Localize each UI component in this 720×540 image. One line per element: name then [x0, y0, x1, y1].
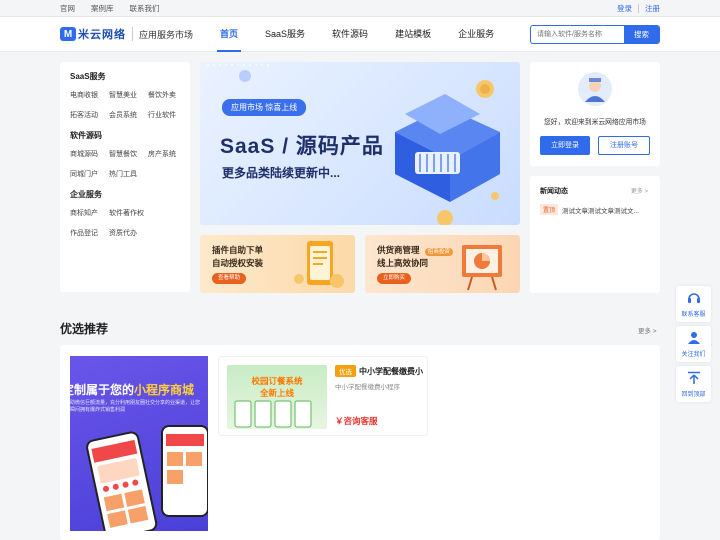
banner-tag: 应用市场 惊喜上线 [222, 99, 307, 116]
logo-icon: M [60, 27, 76, 41]
category-item[interactable]: 智慧餐饮 [109, 149, 148, 159]
category-item[interactable]: 智慧美业 [109, 90, 148, 100]
nav-enterprise[interactable]: 企业服务 [458, 17, 494, 52]
welcome-text: 您好，欢迎来到米云网络应用市场 [544, 119, 646, 126]
float-label: 联系客服 [681, 312, 706, 318]
search-button[interactable]: 搜索 [624, 26, 659, 43]
promo-badge: 招商投资 [424, 248, 453, 256]
category-item[interactable]: 餐饮外卖 [148, 90, 187, 100]
promo-line1: 插件自助下单 [212, 245, 264, 255]
topbar-link-cases[interactable]: 案例库 [91, 3, 114, 14]
category-item[interactable]: 房产系统 [148, 149, 187, 159]
news-card: 新闻动态 更多 > 置顶 测试文章测试文章测试文... [530, 176, 660, 293]
recommend-hero-image[interactable]: 定制属于您的小程序商城 助微信巨额流量，充分利用朋友圈社交分享的业渠道，让您瞬间… [70, 356, 208, 531]
nav-source[interactable]: 软件源码 [332, 17, 368, 52]
section-title: 优选推荐 [60, 322, 109, 336]
category-title-enterprise: 企业服务 [70, 190, 102, 199]
category-sidebar: SaaS服务 电商收银 智慧美业 餐饮外卖 拓客活动 会员系统 行业软件 软件源… [60, 62, 190, 292]
news-pin-badge: 置顶 [540, 204, 559, 215]
promo-supplier[interactable]: 供货商管理 招商投资 线上高效协同 立即购买 [365, 235, 520, 293]
promo-buy-button[interactable]: 立即购买 [377, 273, 412, 284]
login-card: 您好，欢迎来到米云网络应用市场 立即登录 注册账号 [530, 62, 660, 166]
topbar-link-contact[interactable]: 联系我们 [130, 3, 160, 14]
category-item[interactable]: 拓客活动 [70, 110, 109, 120]
news-more-link[interactable]: 更多 > [631, 186, 648, 195]
arrow-up-icon [687, 371, 700, 384]
login-link[interactable]: 登录 [617, 3, 632, 14]
category-item[interactable]: 资质代办 [109, 228, 161, 238]
promo-plugin[interactable]: 插件自助下单 自动授权安装 查看帮助 [200, 235, 355, 293]
product-price: ￥咨询客服 [335, 416, 378, 426]
avatar [578, 72, 612, 106]
category-item[interactable]: 行业软件 [148, 110, 187, 120]
product-name: 中小学配餐缴费小 [359, 367, 423, 376]
banner-subline: 更多品类陆续更新中... [222, 166, 341, 180]
logo-subtitle: 应用服务市场 [139, 29, 194, 40]
topbar-link-official[interactable]: 官网 [60, 3, 75, 14]
thumb-line2: 全新上线 [259, 388, 294, 398]
product-subtitle: 中小学配餐缴费小程序 [335, 384, 400, 391]
thumb-phones-icon [234, 400, 312, 428]
product-badge: 优选 [335, 365, 356, 377]
logo-text: 米云网络 [78, 29, 126, 41]
hero-banner[interactable]: 应用市场 惊喜上线 SaaS / 源码产品 更多品类陆续更新中... [200, 62, 520, 225]
float-customer-service[interactable]: 联系客服 [676, 286, 711, 322]
category-item[interactable]: 热门工具 [109, 169, 148, 179]
user-icon [687, 332, 700, 344]
logo-divider [132, 27, 133, 41]
thumb-line1: 校园订餐系统 [251, 376, 303, 386]
news-item-text: 测试文章测试文章测试文... [562, 207, 639, 215]
login-button[interactable]: 立即登录 [540, 136, 590, 155]
promo-plugin-illustration [294, 241, 344, 288]
user-avatar-icon [585, 78, 605, 102]
divider [638, 4, 639, 13]
header: M 米云网络 应用服务市场 首页 SaaS服务 软件源码 建站模板 企业服务 搜… [0, 17, 720, 52]
category-item[interactable]: 同城门户 [70, 169, 109, 179]
category-title-saas: SaaS服务 [70, 72, 106, 81]
float-label: 关注我们 [681, 352, 706, 358]
float-back-to-top[interactable]: 回到顶部 [676, 366, 711, 402]
section-more-link[interactable]: 更多 > [638, 325, 657, 335]
promo-supplier-illustration [462, 245, 502, 291]
nav-home[interactable]: 首页 [216, 17, 242, 52]
nav-templates[interactable]: 建站模板 [395, 17, 431, 52]
float-label: 回到顶部 [681, 392, 706, 398]
category-item[interactable]: 商标知产 [70, 208, 109, 218]
nav-saas[interactable]: SaaS服务 [265, 17, 305, 52]
banner-headline: SaaS / 源码产品 [220, 135, 384, 158]
news-item[interactable]: 置顶 测试文章测试文章测试文... [540, 204, 639, 215]
hero-description: 助微信巨额流量，充分利用朋友圈社交分享的业渠道，让您瞬间拥有爆炸式销售利润 [70, 400, 201, 413]
headset-icon [687, 293, 700, 303]
category-item[interactable]: 商城源码 [70, 149, 109, 159]
search-box: 搜索 [530, 25, 660, 44]
promo-line2: 线上高效协同 [377, 258, 429, 268]
register-button[interactable]: 注册账号 [598, 136, 650, 155]
float-follow-us[interactable]: 关注我们 [676, 326, 711, 362]
main-nav: 首页 SaaS服务 软件源码 建站模板 企业服务 [216, 17, 521, 52]
category-item[interactable]: 软件著作权 [109, 208, 161, 218]
category-item[interactable]: 电商收银 [70, 90, 109, 100]
promo-help-button[interactable]: 查看帮助 [212, 273, 247, 284]
category-title-source: 软件源码 [70, 131, 102, 140]
hero-headline: 定制属于您的小程序商城 [70, 383, 195, 397]
category-item[interactable]: 作品登记 [70, 228, 109, 238]
phones-illustration [86, 425, 208, 531]
search-input[interactable] [531, 26, 625, 43]
promo-line2: 自动授权安装 [212, 258, 264, 268]
site-logo[interactable]: M 米云网络 应用服务市场 [60, 26, 193, 42]
register-link[interactable]: 注册 [645, 3, 660, 14]
top-bar: 官网 案例库 联系我们 登录 注册 [0, 0, 720, 17]
promo-line1: 供货商管理 招商投资 [377, 244, 453, 256]
product-thumbnail: 校园订餐系统 全新上线 [227, 365, 327, 429]
product-card[interactable]: 校园订餐系统 全新上线 优选 中小学配餐缴费小 中小学配餐缴费小程序 ￥咨询客服 [218, 356, 428, 436]
category-item[interactable]: 会员系统 [109, 110, 148, 120]
